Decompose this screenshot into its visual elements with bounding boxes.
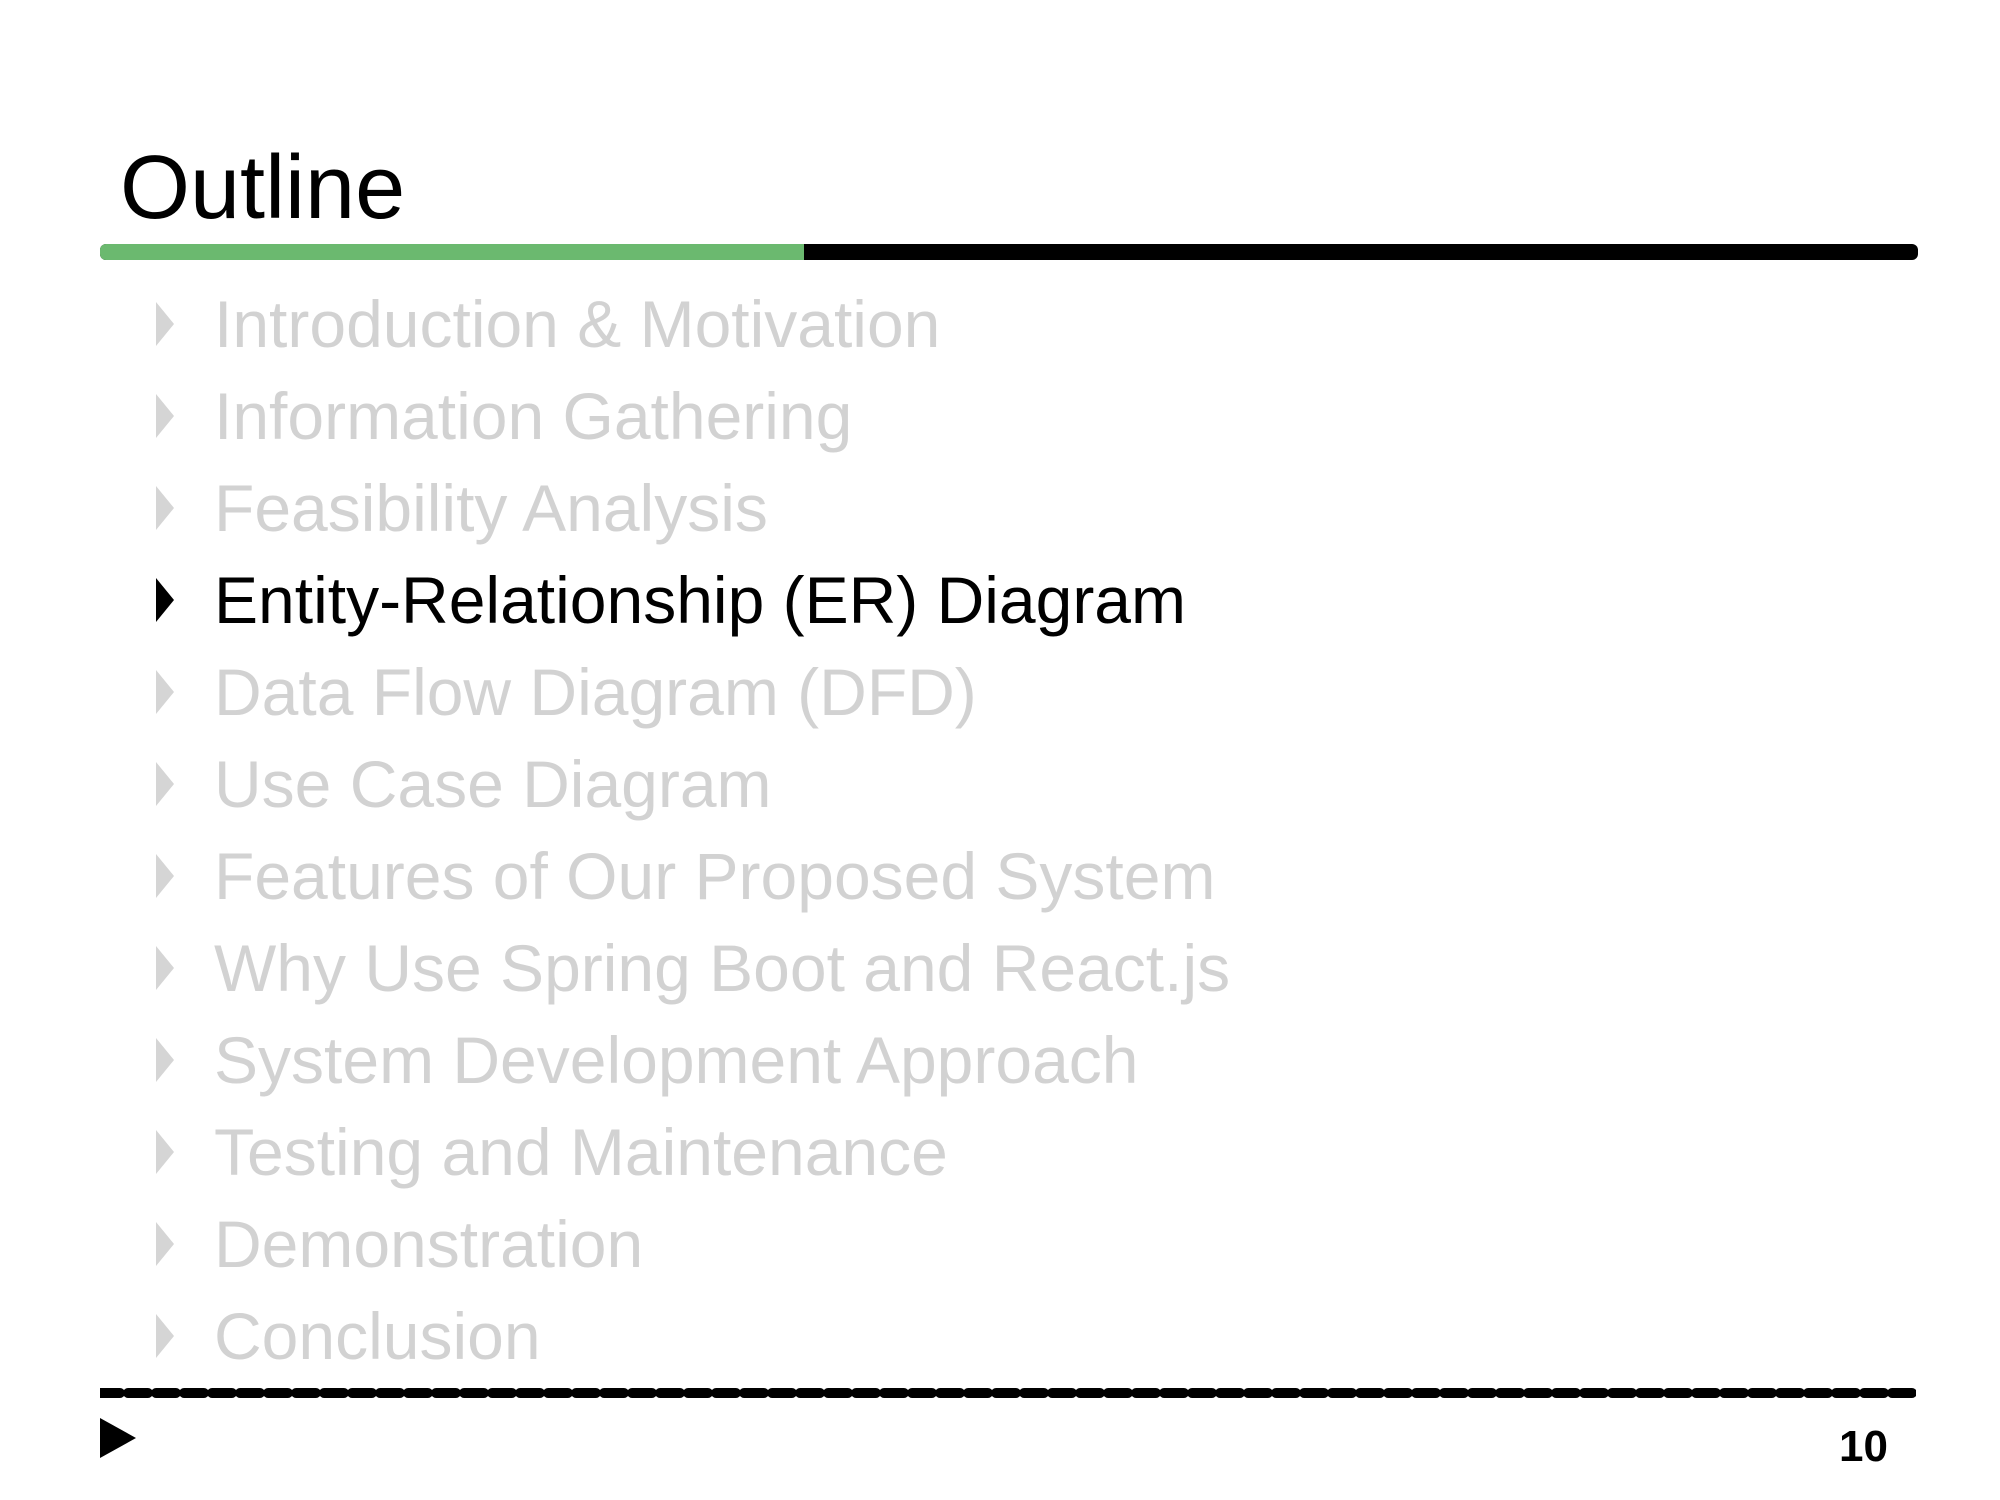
bullet-triangle-icon	[156, 1314, 174, 1358]
outline-item-label: Entity-Relationship (ER) Diagram	[214, 563, 1186, 637]
bullet-triangle-icon	[156, 486, 174, 530]
outline-item-label: Information Gathering	[214, 379, 853, 453]
slide-title: Outline	[120, 138, 406, 238]
bullet-triangle-icon	[156, 1130, 174, 1174]
outline-item-label: Demonstration	[214, 1207, 644, 1281]
bullet-triangle-icon	[156, 762, 174, 806]
outline-item-label: Feasibility Analysis	[214, 471, 768, 545]
section-progress-bar	[100, 244, 1918, 260]
bullet-triangle-icon	[156, 302, 174, 346]
outline-item-label: Features of Our Proposed System	[214, 839, 1216, 913]
bullet-triangle-icon	[156, 946, 174, 990]
bullet-triangle-icon	[156, 670, 174, 714]
bullet-triangle-icon	[156, 578, 174, 622]
page-number: 10	[1839, 1422, 1888, 1471]
slide: Outline Introduction & Motivation Inform…	[0, 0, 2000, 1500]
bullet-triangle-icon	[156, 394, 174, 438]
bullet-triangle-icon	[156, 1038, 174, 1082]
footer-rule	[100, 1388, 1916, 1398]
outline-item-label: Introduction & Motivation	[214, 287, 941, 361]
outline-item-label: Conclusion	[214, 1299, 541, 1373]
bullet-triangle-icon	[156, 1222, 174, 1266]
section-progress-fill	[100, 244, 804, 260]
outline-item-label: Use Case Diagram	[214, 747, 772, 821]
outline-item-label: Why Use Spring Boot and React.js	[214, 931, 1231, 1005]
bullet-triangle-icon	[156, 854, 174, 898]
outline-item-label: Data Flow Diagram (DFD)	[214, 655, 977, 729]
outline-item-label: Testing and Maintenance	[214, 1115, 948, 1189]
play-triangle-icon	[100, 1418, 136, 1458]
outline-item-label: System Development Approach	[214, 1023, 1139, 1097]
